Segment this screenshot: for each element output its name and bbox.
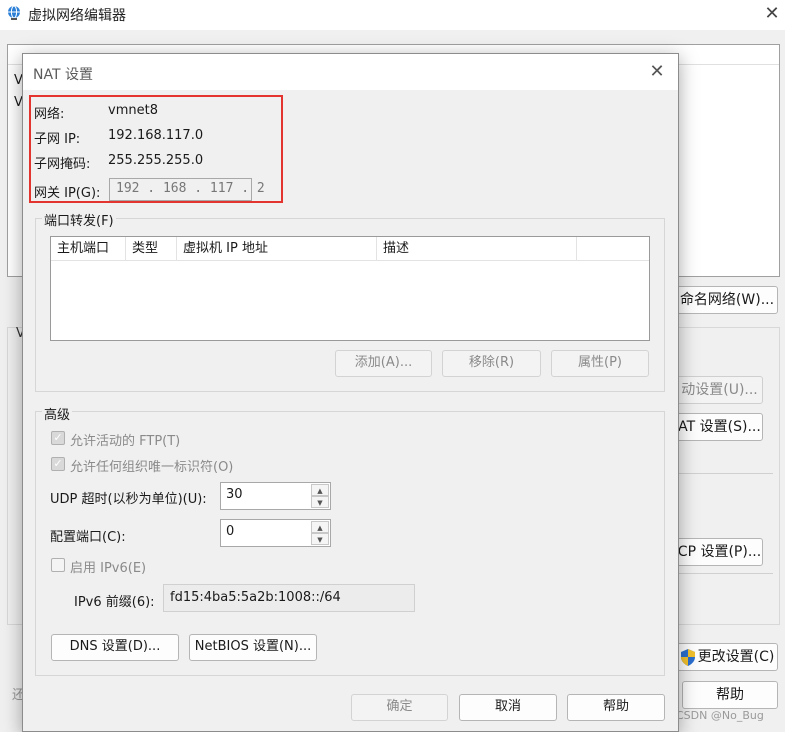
spin-down-icon[interactable]: ▼ — [311, 533, 329, 545]
netbios-settings-button[interactable]: NetBIOS 设置(N)... — [189, 634, 317, 661]
allow-uid-checkbox[interactable]: ✓ — [51, 457, 65, 471]
bg-window-title: 虚拟网络编辑器 — [28, 8, 126, 24]
dialog-title-bar: NAT 设置 ✕ — [23, 54, 678, 90]
bg-close-icon[interactable]: ✕ — [760, 2, 784, 26]
change-settings-button[interactable]: 更改设置(C) — [676, 643, 778, 671]
port-properties-button[interactable]: 属性(P) — [551, 350, 649, 377]
udp-timeout-field[interactable]: 30 ▲ ▼ — [220, 482, 331, 510]
port-forwarding-list[interactable]: 主机端口 类型 虚拟机 IP 地址 描述 — [50, 236, 650, 341]
help-button[interactable]: 帮助 — [567, 694, 665, 721]
spin-up-icon[interactable]: ▲ — [311, 484, 329, 496]
cancel-button[interactable]: 取消 — [459, 694, 557, 721]
ipv6-prefix-field[interactable]: fd15:4ba5:5a2b:1008::/64 — [163, 584, 415, 612]
subnet-mask-value: 255.255.255.0 — [108, 153, 204, 168]
spin-down-icon[interactable]: ▼ — [311, 496, 329, 508]
auto-settings-button[interactable]: 动设置(U)... — [676, 376, 763, 404]
gateway-ip-label: 网关 IP(G): — [34, 186, 101, 201]
port-forwarding-label: 端口转发(F) — [42, 210, 116, 229]
column-type[interactable]: 类型 — [126, 237, 177, 261]
bg-divider — [678, 573, 773, 574]
udp-timeout-label: UDP 超时(以秒为单位)(U): — [50, 492, 207, 507]
dhcp-settings-button[interactable]: CP 设置(P)... — [676, 538, 763, 566]
bg-title-bar: 虚拟网络编辑器 ✕ — [0, 0, 785, 30]
advanced-label: 高级 — [42, 404, 73, 423]
column-vm-ip[interactable]: 虚拟机 IP 地址 — [177, 237, 377, 261]
network-value: vmnet8 — [108, 103, 158, 118]
subnet-mask-label: 子网掩码: — [34, 157, 91, 172]
network-label: 网络: — [34, 107, 65, 122]
rename-network-button[interactable]: 命名网络(W)... — [676, 286, 778, 314]
network-globe-icon — [8, 5, 20, 20]
subnet-ip-label: 子网 IP: — [34, 132, 81, 147]
allow-ftp-label: 允许活动的 FTP(T) — [70, 434, 181, 449]
allow-ftp-checkbox[interactable]: ✓ — [51, 431, 65, 445]
udp-timeout-value: 30 — [226, 487, 243, 502]
ipv6-prefix-label: IPv6 前缀(6): — [74, 595, 155, 610]
nat-settings-button[interactable]: AT 设置(S)... — [676, 413, 763, 441]
bg-help-button[interactable]: 帮助 — [682, 681, 778, 709]
watermark: CSDN @No_Bug — [676, 709, 764, 722]
dialog-title: NAT 设置 — [33, 67, 93, 83]
change-settings-label: 更改设置(C) — [697, 649, 775, 665]
subnet-ip-value: 192.168.117.0 — [108, 128, 204, 143]
remove-port-button[interactable]: 移除(R) — [442, 350, 541, 377]
enable-ipv6-checkbox[interactable] — [51, 558, 65, 572]
ok-button[interactable]: 确定 — [351, 694, 448, 721]
dns-settings-button[interactable]: DNS 设置(D)... — [51, 634, 179, 661]
gateway-ip-field[interactable]: 192 . 168 . 117 . 2 — [109, 178, 265, 201]
config-port-field[interactable]: 0 ▲ ▼ — [220, 519, 331, 547]
bg-divider — [678, 473, 773, 474]
spin-up-icon[interactable]: ▲ — [311, 521, 329, 533]
allow-uid-label: 允许任何组织唯一标识符(O) — [70, 460, 234, 475]
config-port-label: 配置端口(C): — [50, 530, 126, 545]
port-forwarding-header: 主机端口 类型 虚拟机 IP 地址 描述 — [51, 237, 649, 261]
config-port-value: 0 — [226, 524, 235, 539]
config-port-spinner[interactable]: ▲ ▼ — [311, 520, 329, 546]
udp-timeout-spinner[interactable]: ▲ ▼ — [311, 483, 329, 509]
add-port-button[interactable]: 添加(A)... — [335, 350, 432, 377]
column-description[interactable]: 描述 — [377, 237, 577, 261]
dialog-close-icon[interactable]: ✕ — [645, 60, 669, 84]
uac-shield-icon — [681, 649, 695, 666]
enable-ipv6-label: 启用 IPv6(E) — [70, 561, 147, 576]
column-host-port[interactable]: 主机端口 — [51, 237, 126, 261]
